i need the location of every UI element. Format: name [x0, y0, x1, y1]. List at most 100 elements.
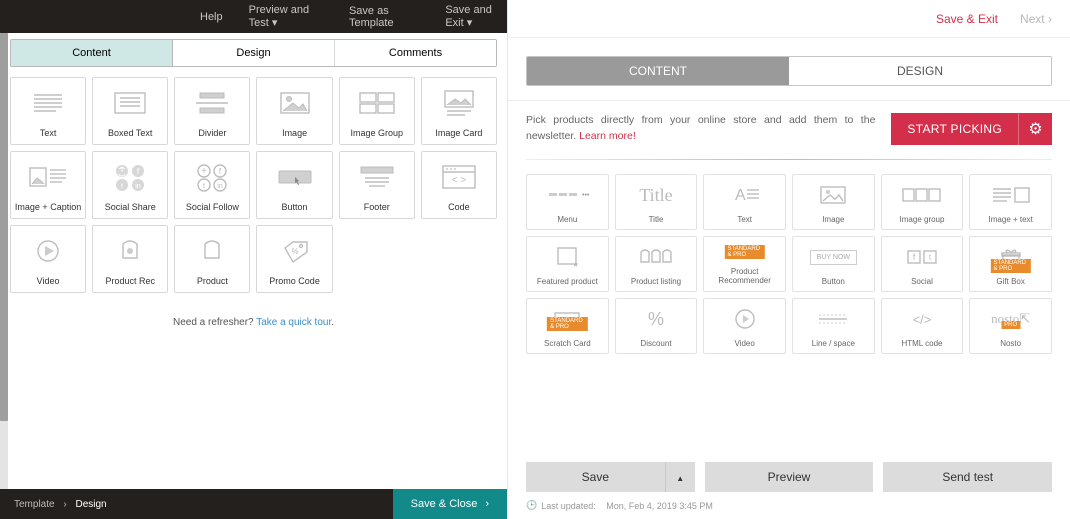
send-test-button[interactable]: Send test	[883, 462, 1052, 492]
block-video[interactable]: Video	[703, 298, 786, 354]
tab-comments[interactable]: Comments	[335, 40, 496, 66]
right-panel: Save & Exit Next › CONTENT DESIGN Pick p…	[507, 0, 1070, 519]
block-image-card[interactable]: Image Card	[421, 77, 497, 145]
right-tabs: CONTENT DESIGN	[526, 56, 1052, 86]
block-text[interactable]: A Text	[703, 174, 786, 230]
block-line-space[interactable]: Line / space	[792, 298, 875, 354]
tab-design[interactable]: DESIGN	[789, 57, 1051, 85]
block-product-rec[interactable]: Product Rec	[92, 225, 168, 293]
clock-icon: 🕒	[526, 500, 537, 511]
block-html-code[interactable]: </> HTML code	[881, 298, 964, 354]
image-icon	[257, 78, 331, 128]
svg-text:%: %	[291, 247, 298, 256]
image-text-icon	[970, 175, 1051, 215]
start-picking-settings-button[interactable]: ⚙	[1018, 113, 1052, 145]
svg-text:★: ★	[572, 260, 579, 269]
chevron-down-icon: ▾	[272, 17, 278, 29]
preview-test-menu[interactable]: Preview and Test ▾	[249, 4, 323, 29]
svg-text:in: in	[218, 183, 224, 190]
save-as-template-menu[interactable]: Save as Template	[349, 5, 419, 29]
block-image-caption[interactable]: Image + Caption	[10, 151, 86, 219]
block-button[interactable]: BUY NOW Button	[792, 236, 875, 292]
chevron-right-icon: ›	[1048, 12, 1052, 26]
promo-code-icon: %	[257, 226, 331, 276]
product-icon	[175, 226, 249, 276]
divider	[508, 100, 1070, 101]
next-link: Next ›	[1020, 12, 1052, 26]
block-nosto[interactable]: nosto⇱ PRO Nosto	[969, 298, 1052, 354]
svg-text:A: A	[735, 187, 746, 204]
image-group-icon	[340, 78, 414, 128]
left-footer: Template › Design Save & Close›	[0, 489, 507, 519]
block-gift-box[interactable]: STANDARD & PRO Gift Box	[969, 236, 1052, 292]
save-button[interactable]: Save	[526, 462, 665, 492]
discount-icon: %	[616, 299, 697, 339]
block-scratch-card[interactable]: STANDARD & PRO Scratch Card	[526, 298, 609, 354]
right-topbar: Save & Exit Next ›	[508, 0, 1070, 38]
block-social[interactable]: ft Social	[881, 236, 964, 292]
left-tabs: Content Design Comments	[10, 39, 497, 67]
tab-content[interactable]: CONTENT	[527, 57, 789, 85]
tab-design[interactable]: Design	[173, 40, 335, 66]
breadcrumb-current: Design	[75, 499, 106, 510]
save-and-exit-menu[interactable]: Save and Exit ▾	[445, 4, 507, 29]
block-product[interactable]: Product	[174, 225, 250, 293]
block-featured-product[interactable]: ★ Featured product	[526, 236, 609, 292]
block-video[interactable]: Video	[10, 225, 86, 293]
left-block-grid: Text Boxed Text Divider Image Image Grou…	[10, 77, 497, 293]
block-image-text[interactable]: Image + text	[969, 174, 1052, 230]
block-image[interactable]: Image	[256, 77, 332, 145]
save-close-button[interactable]: Save & Close›	[393, 489, 507, 519]
block-code[interactable]: < > Code	[421, 151, 497, 219]
last-updated: 🕒 Last updated: Mon, Feb 4, 2019 3:45 PM	[526, 500, 1052, 511]
breadcrumb-root[interactable]: Template	[14, 499, 55, 510]
left-scrollbar[interactable]	[0, 33, 8, 489]
left-panel: Help Preview and Test ▾ Save as Template…	[0, 0, 507, 519]
block-divider[interactable]: Divider	[174, 77, 250, 145]
save-dropdown-button[interactable]: ▲	[665, 462, 695, 492]
block-menu[interactable]: ••• Menu	[526, 174, 609, 230]
block-footer[interactable]: Footer	[339, 151, 415, 219]
text-icon: A	[704, 175, 785, 215]
block-boxed-text[interactable]: Boxed Text	[92, 77, 168, 145]
block-image-group[interactable]: Image group	[881, 174, 964, 230]
help-menu[interactable]: Help	[200, 11, 223, 23]
save-exit-link[interactable]: Save & Exit	[936, 12, 998, 26]
block-product-listing[interactable]: Product listing	[615, 236, 698, 292]
block-social-follow[interactable]: +ftin Social Follow	[174, 151, 250, 219]
svg-text:in: in	[136, 183, 142, 190]
svg-text:f: f	[219, 167, 222, 176]
refresher-text: Need a refresher? Take a quick tour.	[0, 317, 507, 328]
menu-icon: •••	[527, 175, 608, 215]
block-promo-code[interactable]: % Promo Code	[256, 225, 332, 293]
tier-badge: STANDARD & PRO	[547, 317, 587, 331]
svg-text:f: f	[913, 252, 916, 262]
divider	[526, 159, 1052, 160]
block-text[interactable]: Text	[10, 77, 86, 145]
svg-text:< >: < >	[452, 175, 467, 186]
start-picking-button[interactable]: START PICKING	[891, 113, 1018, 145]
block-product-recommender[interactable]: STANDARD & PRO Product Recommender	[703, 236, 786, 292]
tier-badge: STANDARD & PRO	[990, 259, 1030, 273]
block-image[interactable]: Image	[792, 174, 875, 230]
block-social-share[interactable]: ftin Social Share	[92, 151, 168, 219]
tab-content[interactable]: Content	[11, 40, 173, 66]
block-title[interactable]: Title Title	[615, 174, 698, 230]
take-tour-link[interactable]: Take a quick tour	[256, 317, 331, 328]
block-discount[interactable]: % Discount	[615, 298, 698, 354]
last-updated-value: Mon, Feb 4, 2019 3:45 PM	[606, 501, 713, 511]
svg-text:t: t	[121, 183, 123, 190]
svg-text:•••: •••	[582, 192, 590, 199]
block-button[interactable]: Button	[256, 151, 332, 219]
block-image-group[interactable]: Image Group	[339, 77, 415, 145]
scrollbar-thumb[interactable]	[0, 33, 8, 421]
html-code-icon: </>	[882, 299, 963, 339]
left-topbar: Help Preview and Test ▾ Save as Template…	[0, 0, 507, 33]
pick-products-row: Pick products directly from your online …	[508, 113, 1070, 145]
preview-button[interactable]: Preview	[705, 462, 874, 492]
footer-icon	[340, 152, 414, 202]
text-icon	[11, 78, 85, 128]
learn-more-link[interactable]: Learn more!	[579, 130, 636, 142]
right-block-grid: ••• Menu Title Title A Text Image Image …	[508, 174, 1070, 354]
breadcrumb: Template › Design	[14, 499, 107, 510]
